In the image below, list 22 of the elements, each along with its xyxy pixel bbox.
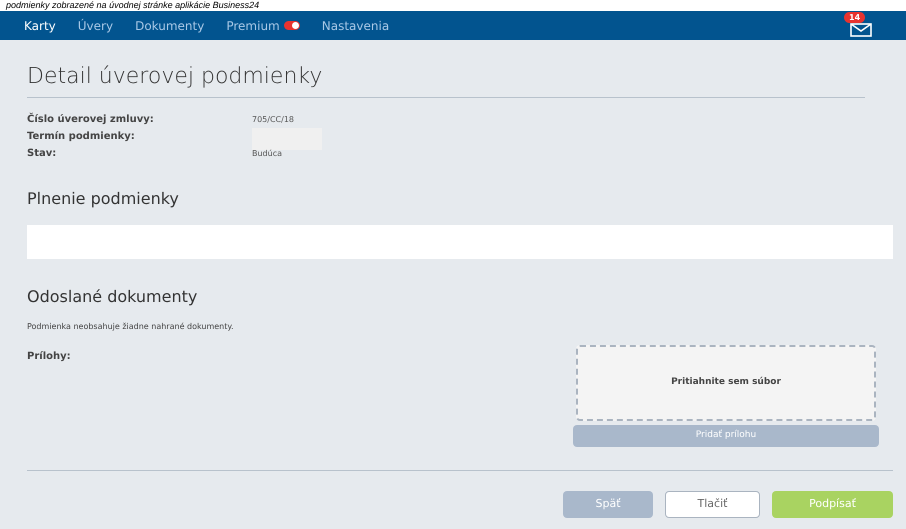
- notification-badge: 14: [844, 12, 866, 22]
- field-label: Číslo úverovej zmluvy:: [27, 112, 155, 127]
- nav-tab[interactable]: Premium: [226, 16, 280, 34]
- nav-tab[interactable]: Dokumenty: [135, 16, 204, 34]
- toggle-switch[interactable]: [284, 21, 300, 30]
- mail-icon[interactable]: [850, 22, 872, 36]
- field-value: Budúca: [252, 148, 282, 160]
- action-button[interactable]: Tlačiť: [665, 491, 760, 518]
- field-label: Stav:: [27, 147, 58, 161]
- nav-tab[interactable]: Karty: [24, 16, 56, 34]
- section-heading: Odoslané dokumenty: [27, 286, 198, 308]
- nav-tab[interactable]: Úvery: [78, 16, 114, 34]
- caption: podmienky zobrazené na úvodnej stránke aplikácie Business24: [0, 0, 906, 11]
- field-label: Prílohy:: [27, 350, 71, 364]
- input-field[interactable]: [27, 225, 893, 259]
- drop-zone[interactable]: Pritiahnite sem súbor: [576, 345, 876, 421]
- page-title: Detail úverovej podmienky: [27, 63, 324, 91]
- field-value: 705/CC/18: [252, 114, 294, 126]
- info-text: Podmienka neobsahuje žiadne nahrané dokumenty.: [27, 321, 235, 333]
- section-heading: Plnenie podmienky: [27, 188, 180, 210]
- field-label: Termín podmienky:: [27, 130, 136, 144]
- nav-tab[interactable]: Nastavenia: [322, 16, 390, 34]
